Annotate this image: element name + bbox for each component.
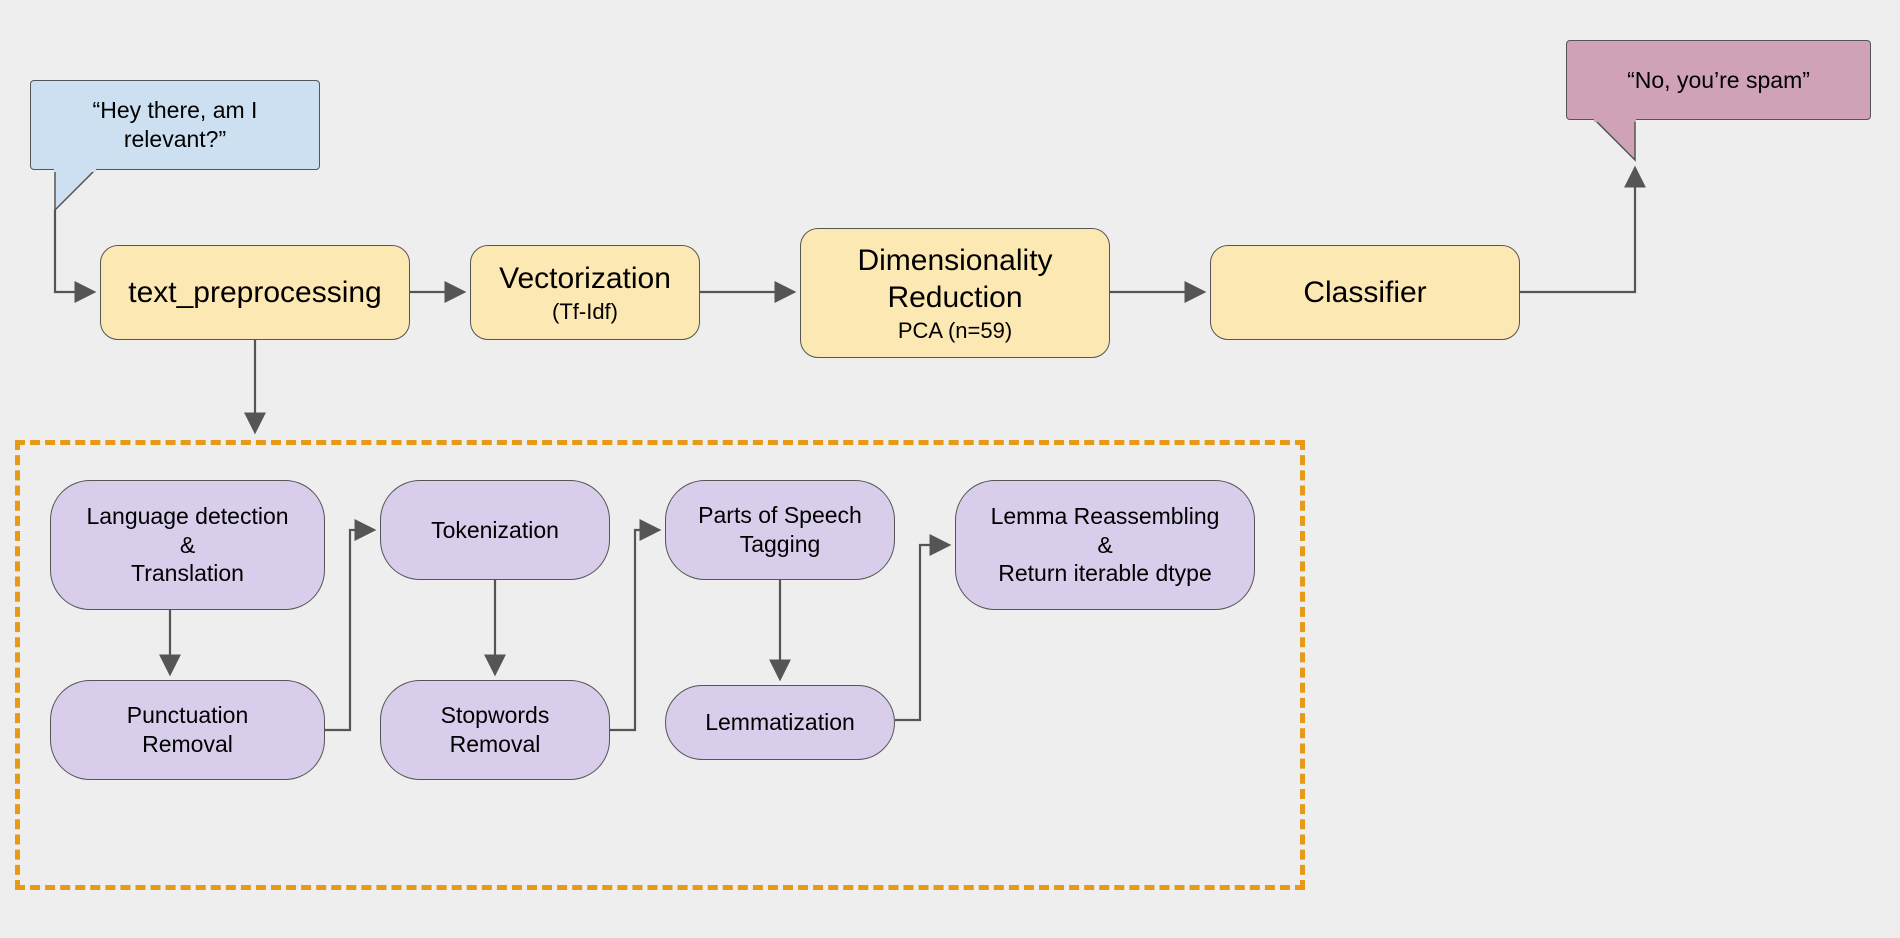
arrow-input-to-preproc [55, 210, 92, 292]
node-classifier: Classifier [1210, 245, 1520, 340]
output-speech-text: “No, you’re spam” [1627, 66, 1810, 95]
label-tokenization: Tokenization [431, 516, 559, 545]
input-speech-text: “Hey there, am I relevant?” [31, 96, 319, 154]
input-speech-tail [55, 170, 95, 210]
node-stopwords: Stopwords Removal [380, 680, 610, 780]
node-dimred: Dimensionality Reduction PCA (n=59) [800, 228, 1110, 358]
label-dimred-title: Dimensionality Reduction [801, 242, 1109, 317]
node-punct-removal: Punctuation Removal [50, 680, 325, 780]
node-lang-detect: Language detection & Translation [50, 480, 325, 610]
label-classifier: Classifier [1303, 274, 1426, 312]
label-stopwords: Stopwords Removal [381, 701, 609, 759]
node-pos-tagging: Parts of Speech Tagging [665, 480, 895, 580]
node-text-preprocessing: text_preprocessing [100, 245, 410, 340]
label-lemmatization: Lemmatization [705, 708, 855, 737]
node-lemmatization: Lemmatization [665, 685, 895, 760]
arrow-classifier-to-output [1520, 170, 1635, 292]
label-text-preprocessing: text_preprocessing [128, 274, 381, 312]
label-vectorization-sub: (Tf-Idf) [552, 298, 618, 326]
node-vectorization: Vectorization (Tf-Idf) [470, 245, 700, 340]
output-speech-tail [1595, 120, 1635, 160]
label-vectorization-title: Vectorization [499, 260, 671, 298]
output-speech-bubble: “No, you’re spam” [1566, 40, 1871, 120]
label-dimred-sub: PCA (n=59) [898, 317, 1012, 345]
node-reassemble: Lemma Reassembling & Return iterable dty… [955, 480, 1255, 610]
input-speech-bubble: “Hey there, am I relevant?” [30, 80, 320, 170]
label-lang-detect: Language detection & Translation [86, 502, 288, 588]
label-reassemble: Lemma Reassembling & Return iterable dty… [981, 502, 1230, 588]
label-pos-tagging: Parts of Speech Tagging [666, 501, 894, 559]
node-tokenization: Tokenization [380, 480, 610, 580]
label-punct-removal: Punctuation Removal [51, 701, 324, 759]
